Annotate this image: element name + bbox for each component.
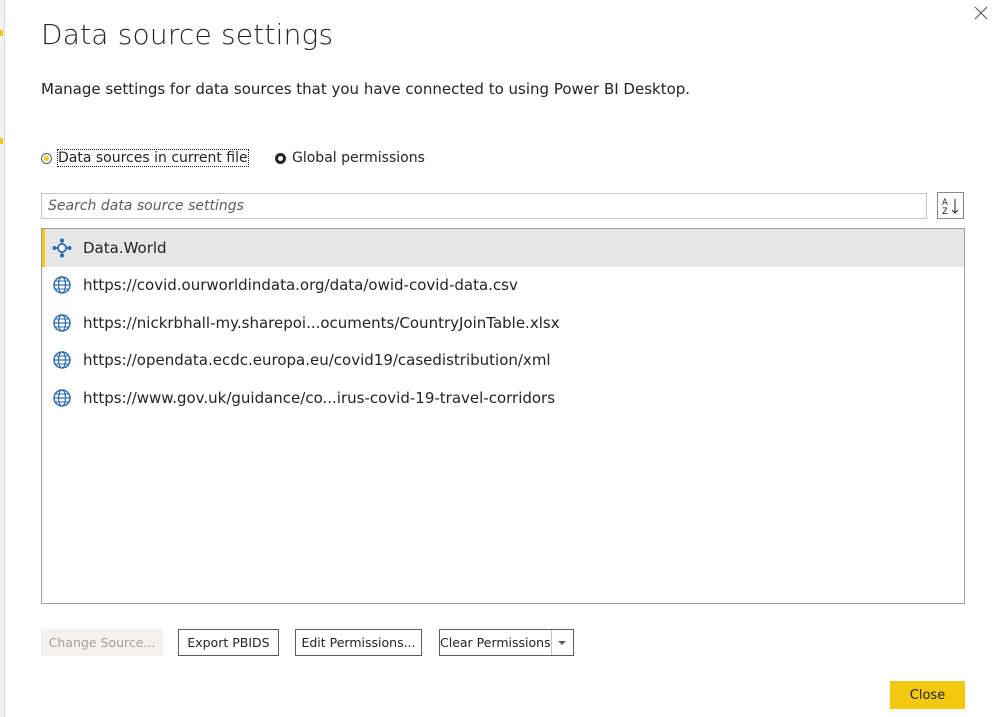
radio-current-file-label[interactable]: Data sources in current file bbox=[57, 149, 249, 167]
radio-global-permissions-label[interactable]: Global permissions bbox=[292, 150, 425, 166]
list-item[interactable]: https://www.gov.uk/guidance/co...irus-co… bbox=[42, 379, 964, 417]
export-pbids-button[interactable]: Export PBIDS bbox=[178, 629, 279, 656]
clear-permissions-split-button: Clear Permissions bbox=[439, 629, 574, 656]
list-item[interactable]: https://opendata.ecdc.europa.eu/covid19/… bbox=[42, 342, 964, 380]
data-source-list[interactable]: Data.World https://covid.ourworldindata.… bbox=[41, 228, 965, 604]
list-item-label: Data.World bbox=[83, 238, 167, 257]
dialog-subtitle: Manage settings for data sources that yo… bbox=[41, 80, 691, 98]
sort-button[interactable]: A Z bbox=[937, 192, 964, 219]
globe-icon bbox=[51, 387, 73, 409]
sort-z-label: Z bbox=[942, 207, 948, 216]
radio-global-permissions[interactable]: Global permissions bbox=[275, 150, 425, 166]
close-button[interactable]: Close bbox=[890, 681, 965, 709]
list-item-label: https://nickrbhall-my.sharepoi...ocument… bbox=[83, 313, 560, 332]
list-item[interactable]: https://nickrbhall-my.sharepoi...ocument… bbox=[42, 304, 964, 342]
list-item[interactable]: https://covid.ourworldindata.org/data/ow… bbox=[42, 267, 964, 305]
dialog-title: Data source settings bbox=[41, 18, 334, 51]
background-window-edge bbox=[0, 0, 5, 717]
sort-az-icon: A Z bbox=[942, 198, 958, 216]
change-source-button[interactable]: Change Source... bbox=[41, 629, 163, 656]
chevron-down-icon[interactable] bbox=[552, 630, 573, 655]
radio-current-file[interactable]: Data sources in current file bbox=[41, 149, 249, 167]
close-icon[interactable] bbox=[971, 3, 991, 23]
edit-permissions-button[interactable]: Edit Permissions... bbox=[295, 629, 422, 656]
list-item-label: https://opendata.ecdc.europa.eu/covid19/… bbox=[83, 351, 551, 370]
connector-icon bbox=[51, 237, 73, 259]
list-item-data-world[interactable]: Data.World bbox=[42, 229, 964, 267]
background-marker bbox=[0, 138, 3, 144]
globe-icon bbox=[51, 349, 73, 371]
list-item-label: https://covid.ourworldindata.org/data/ow… bbox=[83, 276, 518, 295]
radio-unselected-icon[interactable] bbox=[275, 152, 286, 164]
globe-icon bbox=[51, 274, 73, 296]
clear-permissions-button[interactable]: Clear Permissions bbox=[440, 630, 552, 655]
list-item-label: https://www.gov.uk/guidance/co...irus-co… bbox=[83, 388, 556, 407]
background-marker bbox=[0, 30, 3, 36]
globe-icon bbox=[51, 312, 73, 334]
radio-selected-icon[interactable] bbox=[41, 152, 52, 164]
search-input[interactable] bbox=[41, 193, 927, 219]
